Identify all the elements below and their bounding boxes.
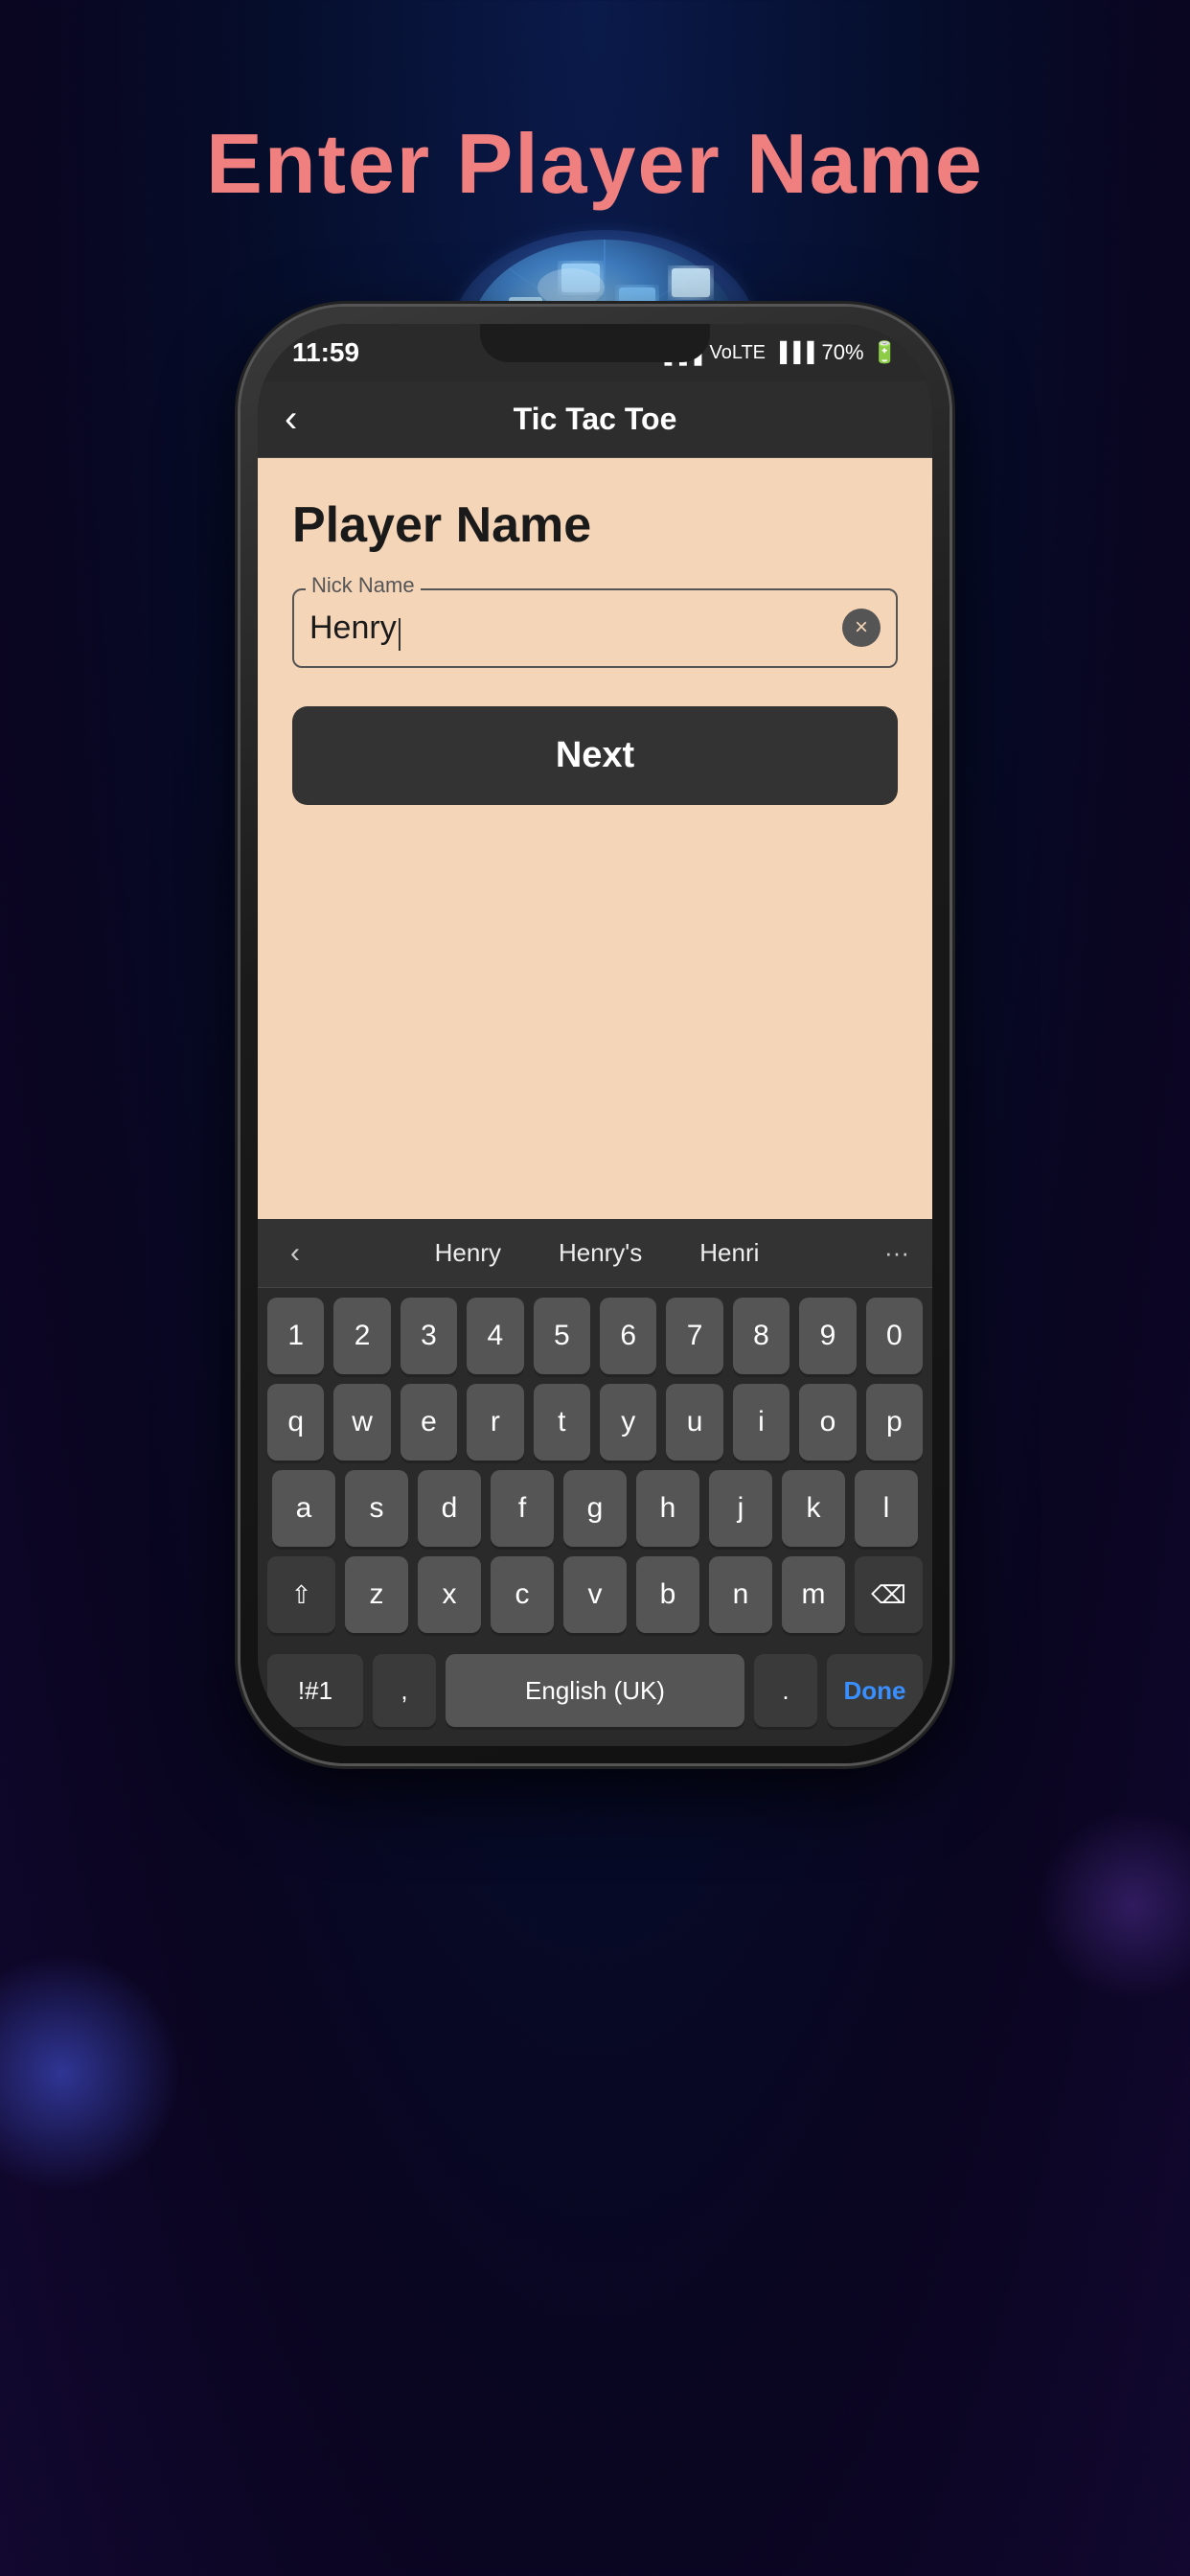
battery-indicator: 70% [822,340,864,365]
app-title: Tic Tac Toe [514,402,677,437]
shift-key[interactable]: ⇧ [267,1556,335,1633]
key-k[interactable]: k [782,1470,845,1547]
nickname-value: Henry [309,610,397,646]
shift-icon: ⇧ [291,1580,312,1610]
key-5[interactable]: 5 [534,1298,590,1374]
predictive-word-2[interactable]: Henry's [559,1238,642,1268]
key-f[interactable]: f [491,1470,554,1547]
player-name-heading: Player Name [292,496,898,554]
key-8[interactable]: 8 [733,1298,790,1374]
next-button-label: Next [556,735,634,776]
key-y[interactable]: y [600,1384,656,1460]
qwerty-row: q w e r t y u i o p [267,1384,923,1460]
app-content: Player Name Nick Name Henry × Next [258,458,932,1219]
key-e[interactable]: e [400,1384,457,1460]
key-x[interactable]: x [418,1556,481,1633]
period-key-label: . [782,1676,789,1706]
key-q[interactable]: q [267,1384,324,1460]
phone-shell: 11:59 ▐▐▐ VoLTE ▐▐▐ 70% 🔋 ‹ Tic Tac Toe [240,307,950,1763]
key-z[interactable]: z [345,1556,408,1633]
key-6[interactable]: 6 [600,1298,656,1374]
done-key-label: Done [844,1676,906,1706]
space-key-label: English (UK) [525,1676,665,1706]
key-h[interactable]: h [636,1470,699,1547]
key-1[interactable]: 1 [267,1298,324,1374]
key-m[interactable]: m [782,1556,845,1633]
predictive-back-icon[interactable]: ‹ [281,1228,309,1279]
key-p[interactable]: p [866,1384,923,1460]
key-2[interactable]: 2 [333,1298,390,1374]
backspace-key[interactable]: ⌫ [855,1556,923,1633]
key-9[interactable]: 9 [799,1298,856,1374]
nickname-input-container[interactable]: Nick Name Henry × [292,588,898,668]
keyboard-bottom-row: !#1 , English (UK) . Done [258,1648,932,1746]
number-row: 1 2 3 4 5 6 7 8 9 0 [267,1298,923,1374]
predictive-more-icon[interactable]: ··· [884,1238,909,1268]
key-0[interactable]: 0 [866,1298,923,1374]
page-title: Enter Player Name [206,116,984,211]
backspace-icon: ⌫ [871,1580,906,1610]
key-n[interactable]: n [709,1556,772,1633]
key-t[interactable]: t [534,1384,590,1460]
predictive-word-1[interactable]: Henry [435,1238,501,1268]
period-key[interactable]: . [754,1654,817,1727]
key-w[interactable]: w [333,1384,390,1460]
back-button[interactable]: ‹ [285,398,297,441]
phone-screen: 11:59 ▐▐▐ VoLTE ▐▐▐ 70% 🔋 ‹ Tic Tac Toe [258,324,932,1746]
next-button[interactable]: Next [292,706,898,805]
page-title-outer: Enter Player Name [0,115,1190,213]
key-s[interactable]: s [345,1470,408,1547]
nickname-label: Nick Name [306,573,421,598]
app-header: ‹ Tic Tac Toe [258,381,932,458]
key-4[interactable]: 4 [467,1298,523,1374]
clear-input-button[interactable]: × [842,609,881,647]
keyboard[interactable]: ‹ Henry Henry's Henri ··· 1 2 3 [258,1219,932,1746]
screen-content: 11:59 ▐▐▐ VoLTE ▐▐▐ 70% 🔋 ‹ Tic Tac Toe [258,324,932,1746]
symbol-key-label: !#1 [298,1676,332,1706]
key-c[interactable]: c [491,1556,554,1633]
key-u[interactable]: u [666,1384,722,1460]
comma-key-label: , [400,1676,407,1706]
predictive-words: Henry Henry's Henri [435,1238,760,1268]
bg-glow-right [1037,1809,1190,2001]
predictive-word-3[interactable]: Henri [699,1238,759,1268]
symbol-key[interactable]: !#1 [267,1654,363,1727]
keyboard-keys: 1 2 3 4 5 6 7 8 9 0 [258,1288,932,1648]
status-time: 11:59 [292,337,359,368]
zxcv-row: ⇧ z x c v b n m ⌫ [267,1556,923,1633]
key-j[interactable]: j [709,1470,772,1547]
notch [480,324,710,362]
battery-icon: 🔋 [872,340,898,365]
key-g[interactable]: g [563,1470,627,1547]
done-key[interactable]: Done [827,1654,923,1727]
key-r[interactable]: r [467,1384,523,1460]
predictive-text-bar: ‹ Henry Henry's Henri ··· [258,1219,932,1288]
key-v[interactable]: v [563,1556,627,1633]
clear-icon: × [855,616,868,639]
phone-wrapper: 11:59 ▐▐▐ VoLTE ▐▐▐ 70% 🔋 ‹ Tic Tac Toe [240,307,950,1763]
comma-key[interactable]: , [373,1654,436,1727]
asdf-row: a s d f g h j k l [267,1470,923,1547]
key-b[interactable]: b [636,1556,699,1633]
key-3[interactable]: 3 [400,1298,457,1374]
key-o[interactable]: o [799,1384,856,1460]
wifi-icon: VoLTE [709,342,766,364]
space-key[interactable]: English (UK) [446,1654,744,1727]
network-icon: ▐▐▐ [773,342,814,364]
key-a[interactable]: a [272,1470,335,1547]
key-d[interactable]: d [418,1470,481,1547]
text-cursor [399,618,400,651]
key-7[interactable]: 7 [666,1298,722,1374]
key-l[interactable]: l [855,1470,918,1547]
bg-glow-left [0,1953,182,2193]
key-i[interactable]: i [733,1384,790,1460]
